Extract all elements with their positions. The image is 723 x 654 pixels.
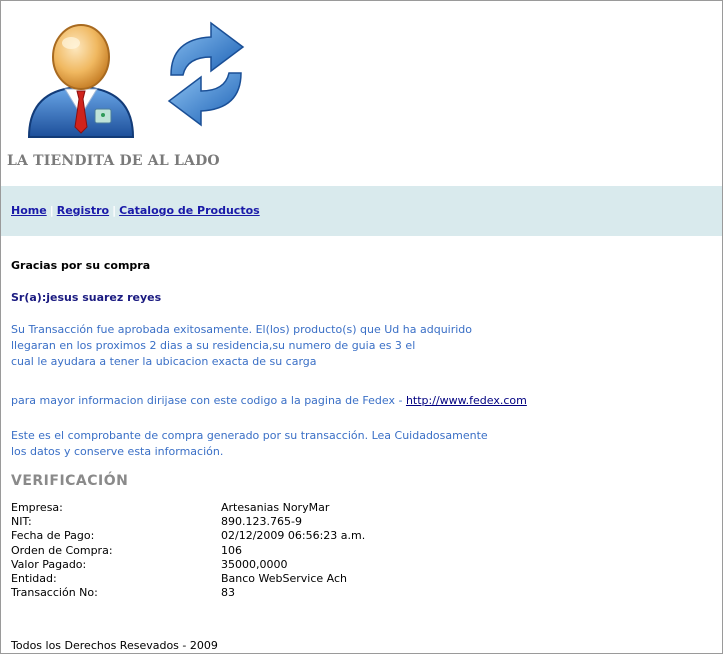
table-row: Empresa: Artesanias NoryMar (11, 501, 365, 515)
row-value: 83 (221, 586, 235, 600)
nav-separator: | (112, 204, 117, 217)
transaction-line: llegaran en los proximos 2 dias a su res… (11, 339, 416, 352)
row-label: NIT: (11, 515, 32, 529)
customer-name: Sr(a):jesus suarez reyes (11, 291, 162, 304)
nav-links: Home | Registro | Catalogo de Productos (11, 204, 260, 217)
nav-registro-link[interactable]: Registro (57, 204, 109, 217)
nav-separator: | (49, 204, 54, 217)
receipt-line: Este es el comprobante de compra generad… (11, 429, 488, 442)
user-avatar-icon (27, 24, 135, 138)
verification-table: Empresa: Artesanias NoryMar NIT: 890.123… (11, 501, 365, 600)
table-row: Transacción No: 83 (11, 586, 365, 600)
receipt-message: Este es el comprobante de compra generad… (11, 428, 488, 460)
nav-bar: Home | Registro | Catalogo de Productos (1, 186, 722, 236)
nav-home-link[interactable]: Home (11, 204, 47, 217)
row-value: 890.123.765-9 (221, 515, 302, 529)
header-logo (1, 1, 722, 151)
table-row: Entidad: Banco WebService Ach (11, 572, 365, 586)
row-label: Orden de Compra: (11, 543, 113, 557)
thanks-heading: Gracias por su compra (11, 259, 151, 272)
store-title: LA TIENDITA DE AL LADO (7, 153, 220, 169)
receipt-line: los datos y conserve esta información. (11, 445, 224, 458)
row-value: 106 (221, 543, 242, 557)
table-row: NIT: 890.123.765-9 (11, 515, 365, 529)
transaction-line: cual le ayudara a tener la ubicacion exa… (11, 355, 317, 368)
row-value: Artesanias NoryMar (221, 501, 330, 515)
nav-catalogo-link[interactable]: Catalogo de Productos (119, 204, 260, 217)
fedex-link[interactable]: http://www.fedex.com (406, 394, 527, 407)
row-label: Entidad: (11, 572, 57, 586)
row-label: Empresa: (11, 501, 63, 515)
row-value: 35000,0000 (221, 557, 288, 571)
transaction-line: Su Transacción fue aprobada exitosamente… (11, 323, 473, 336)
refresh-arrows-icon (167, 21, 245, 127)
table-row: Valor Pagado: 35000,0000 (11, 558, 365, 572)
verification-title: VERIFICACIÓN (11, 473, 129, 489)
fedex-text: para mayor informacion dirijase con este… (11, 394, 406, 407)
row-label: Transacción No: (11, 586, 98, 600)
row-value: 02/12/2009 06:56:23 a.m. (221, 529, 366, 543)
transaction-message: Su Transacción fue aprobada exitosamente… (11, 322, 472, 370)
page-frame: LA TIENDITA DE AL LADO Home | Registro | Cat… (0, 0, 723, 654)
row-value: Banco WebService Ach (221, 572, 348, 586)
fedex-message: para mayor informacion dirijase con este… (11, 393, 527, 409)
table-row: Fecha de Pago: 02/12/2009 06:56:23 a.m. (11, 529, 365, 543)
footer-copyright: Todos los Derechos Resevados - 2009 (11, 639, 218, 652)
table-row: Orden de Compra: 106 (11, 544, 365, 558)
row-label: Fecha de Pago: (11, 529, 95, 543)
row-label: Valor Pagado: (11, 557, 87, 571)
